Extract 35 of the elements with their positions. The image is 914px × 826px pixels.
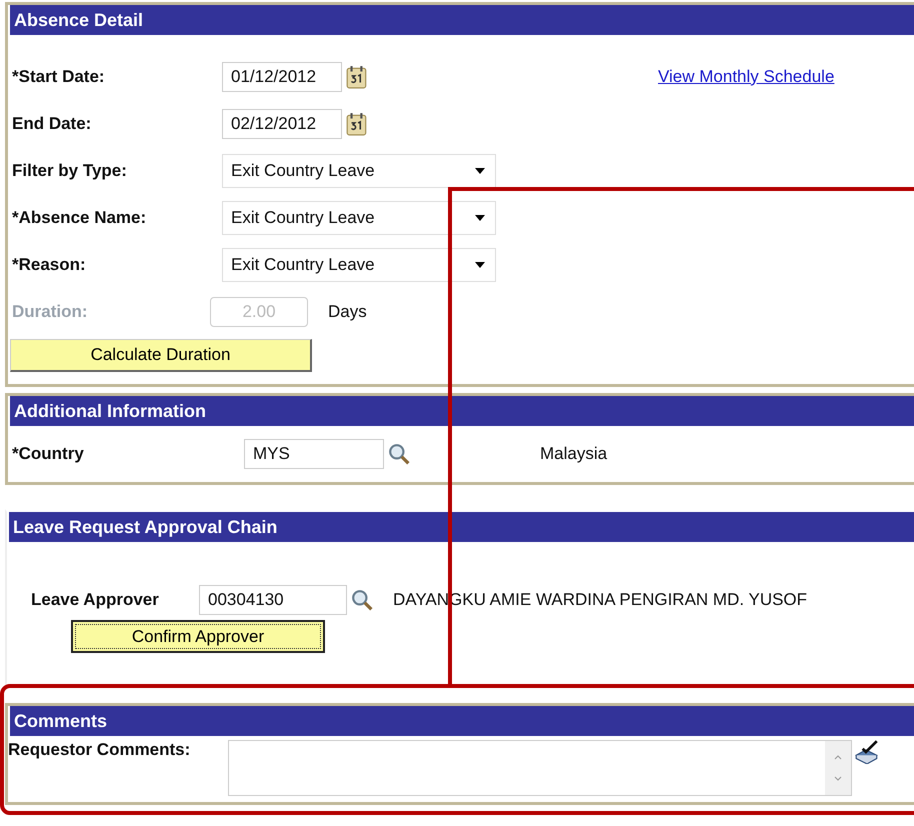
search-icon[interactable] <box>388 443 410 465</box>
approver-field[interactable]: 00304130 <box>199 585 347 615</box>
field-label: *Reason: <box>11 254 87 274</box>
field-label: *Absence Name: <box>11 208 148 228</box>
date-field[interactable]: 01/12/2012 <box>222 62 342 92</box>
calendar-icon[interactable] <box>346 112 368 136</box>
date-field[interactable]: 02/12/2012 <box>222 108 342 138</box>
field-label: Filter by Type: <box>11 160 128 180</box>
section-header: Comments <box>8 706 914 736</box>
caret-icon <box>475 168 485 174</box>
caret-icon <box>475 214 485 220</box>
field-label: Duration: <box>11 302 89 322</box>
spell-check-icon[interactable] <box>854 740 880 764</box>
dropdown-field[interactable]: Exit Country Leave <box>222 248 496 282</box>
scrollbar[interactable] <box>825 741 851 795</box>
field-label: *Country <box>11 444 85 464</box>
calculate-duration-button[interactable]: Calculate Duration <box>10 339 312 372</box>
view-schedule-link[interactable]: View Monthly Schedule <box>658 66 834 86</box>
search-icon[interactable] <box>351 589 373 611</box>
confirm-approver-button[interactable]: Confirm Approver <box>71 620 325 653</box>
field-label: End Date: <box>11 114 92 134</box>
caret-icon <box>475 262 485 268</box>
field-label: *Start Date: <box>11 66 106 86</box>
field-label: Leave Approver <box>30 590 160 610</box>
section-header: Leave Request Approval Chain <box>7 512 914 542</box>
calendar-icon[interactable] <box>346 64 368 88</box>
section-header: Absence Detail <box>8 5 914 35</box>
unit-label: Days <box>328 302 367 322</box>
dropdown-field[interactable]: Exit Country Leave <box>222 200 496 234</box>
comments-field[interactable] <box>228 740 852 796</box>
country-field[interactable]: MYS <box>244 439 384 469</box>
field-label: Requestor Comments: <box>8 740 192 760</box>
dropdown-field[interactable]: Exit Country Leave <box>222 154 496 188</box>
section-header: Additional Information <box>8 396 914 426</box>
country-name: Malaysia <box>540 444 608 464</box>
